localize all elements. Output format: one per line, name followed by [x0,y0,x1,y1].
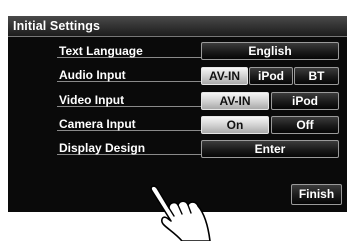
video-input-ipod-button[interactable]: iPod [271,92,339,110]
video-input-avin-button[interactable]: AV-IN [201,92,269,110]
camera-input-label: Camera Input [57,111,203,131]
display-design-label: Display Design [57,135,203,155]
display-design-enter-button[interactable]: Enter [201,140,339,158]
finish-button[interactable]: Finish [291,184,342,205]
audio-input-ipod-button[interactable]: iPod [249,67,293,85]
audio-input-label: Audio Input [57,62,203,82]
title-bar: Initial Settings [8,16,347,37]
text-language-label: Text Language [57,38,203,58]
page-title: Initial Settings [13,19,101,33]
camera-input-off-button[interactable]: Off [271,116,339,134]
audio-input-avin-button[interactable]: AV-IN [201,67,248,85]
video-input-label: Video Input [57,87,203,107]
pointing-hand-icon [150,185,211,241]
audio-input-bt-button[interactable]: BT [294,67,339,85]
text-language-english-button[interactable]: English [201,42,339,60]
camera-input-on-button[interactable]: On [201,116,269,134]
